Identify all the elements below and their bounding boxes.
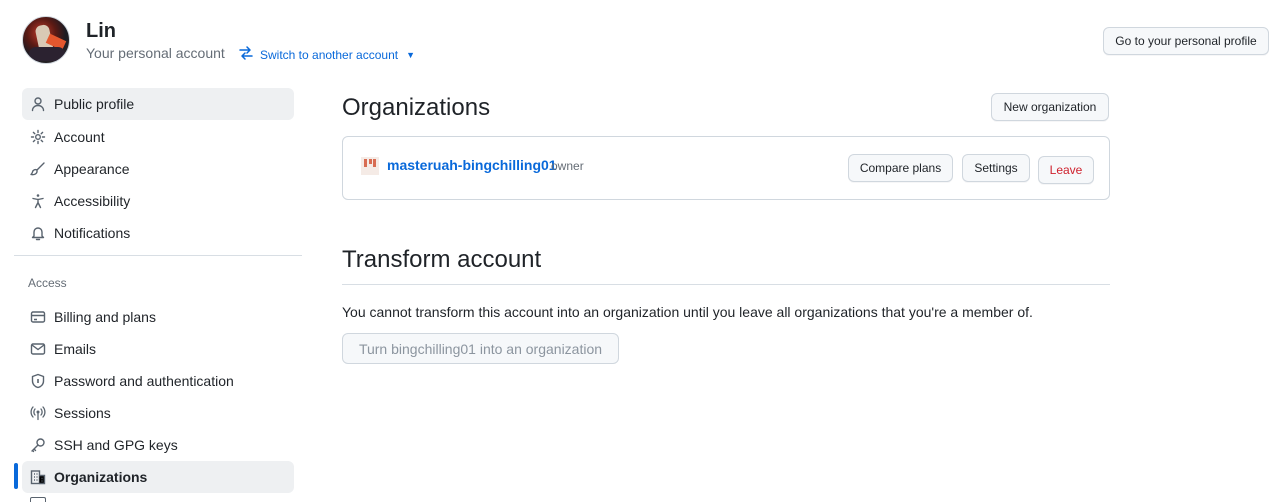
- sidebar-item-sessions[interactable]: Sessions: [22, 397, 294, 429]
- sidebar-item-label: Appearance: [54, 161, 130, 177]
- sidebar-divider: [14, 255, 302, 256]
- sidebar-item-accessibility[interactable]: Accessibility: [22, 185, 294, 217]
- mail-icon: [30, 341, 46, 357]
- key-icon: [30, 437, 46, 453]
- paintbrush-icon: [30, 161, 46, 177]
- sidebar-item-label: Accessibility: [54, 193, 131, 209]
- sidebar-item-label: Organizations: [54, 469, 148, 485]
- leave-organization-button[interactable]: Leave: [1038, 156, 1094, 184]
- sidebar-item-label: Public profile: [54, 96, 135, 112]
- sidebar-item-organizations[interactable]: Organizations: [22, 461, 294, 493]
- account-subtitle: Your personal account: [86, 45, 225, 61]
- broadcast-icon: [30, 405, 46, 421]
- organization-avatar: [361, 157, 379, 175]
- arrow-switch-icon: [238, 45, 254, 64]
- caret-down-icon: ▼: [406, 49, 416, 60]
- sidebar-item-label: Billing and plans: [54, 309, 156, 325]
- new-organization-button[interactable]: New organization: [991, 93, 1109, 121]
- active-indicator: [14, 463, 18, 489]
- org-settings-button[interactable]: Settings: [962, 154, 1030, 182]
- organization-icon: [30, 469, 46, 485]
- sidebar-item-label: SSH and GPG keys: [54, 437, 178, 453]
- credit-card-icon: [30, 309, 46, 325]
- section-divider: [342, 284, 1110, 285]
- sidebar-item-label: Password and authentication: [54, 373, 234, 389]
- compare-plans-button[interactable]: Compare plans: [848, 154, 953, 182]
- partial-icon: [30, 497, 46, 502]
- page-title: Organizations: [342, 94, 491, 121]
- person-icon: [30, 96, 46, 112]
- sidebar-item-emails[interactable]: Emails: [22, 333, 294, 365]
- organization-list: masteruah-bingchilling01 owner Compare p…: [342, 136, 1110, 200]
- sidebar-item-password-auth[interactable]: Password and authentication: [22, 365, 294, 397]
- sidebar-item-notifications[interactable]: Notifications: [22, 217, 294, 249]
- organization-role: owner: [551, 159, 584, 173]
- transform-account-button: Turn bingchilling01 into an organization: [342, 333, 619, 364]
- go-to-profile-button[interactable]: Go to your personal profile: [1103, 27, 1269, 55]
- avatar: [22, 16, 70, 64]
- switch-account-label: Switch to another account: [260, 47, 399, 62]
- organization-link[interactable]: masteruah-bingchilling01: [387, 157, 557, 173]
- section-title-transform: Transform account: [342, 246, 542, 273]
- sidebar-item-label: Notifications: [54, 225, 131, 241]
- sidebar-item-label: Account: [54, 129, 105, 145]
- gear-icon: [30, 129, 46, 145]
- sidebar-item-label: Emails: [54, 341, 97, 357]
- section-label-access: Access: [28, 276, 67, 290]
- sidebar-item-public-profile[interactable]: Public profile: [22, 88, 294, 120]
- account-name: Lin: [86, 20, 116, 42]
- sidebar-item-ssh-gpg-keys[interactable]: SSH and GPG keys: [22, 429, 294, 461]
- sidebar-item-label: Sessions: [54, 405, 111, 421]
- accessibility-icon: [30, 193, 46, 209]
- sidebar-item-account[interactable]: Account: [22, 121, 294, 153]
- bell-icon: [30, 225, 46, 241]
- sidebar-item-billing[interactable]: Billing and plans: [22, 301, 294, 333]
- switch-account-link[interactable]: Switch to another account ▼: [238, 45, 415, 64]
- shield-lock-icon: [30, 373, 46, 389]
- transform-description: You cannot transform this account into a…: [342, 304, 1033, 320]
- sidebar-item-appearance[interactable]: Appearance: [22, 153, 294, 185]
